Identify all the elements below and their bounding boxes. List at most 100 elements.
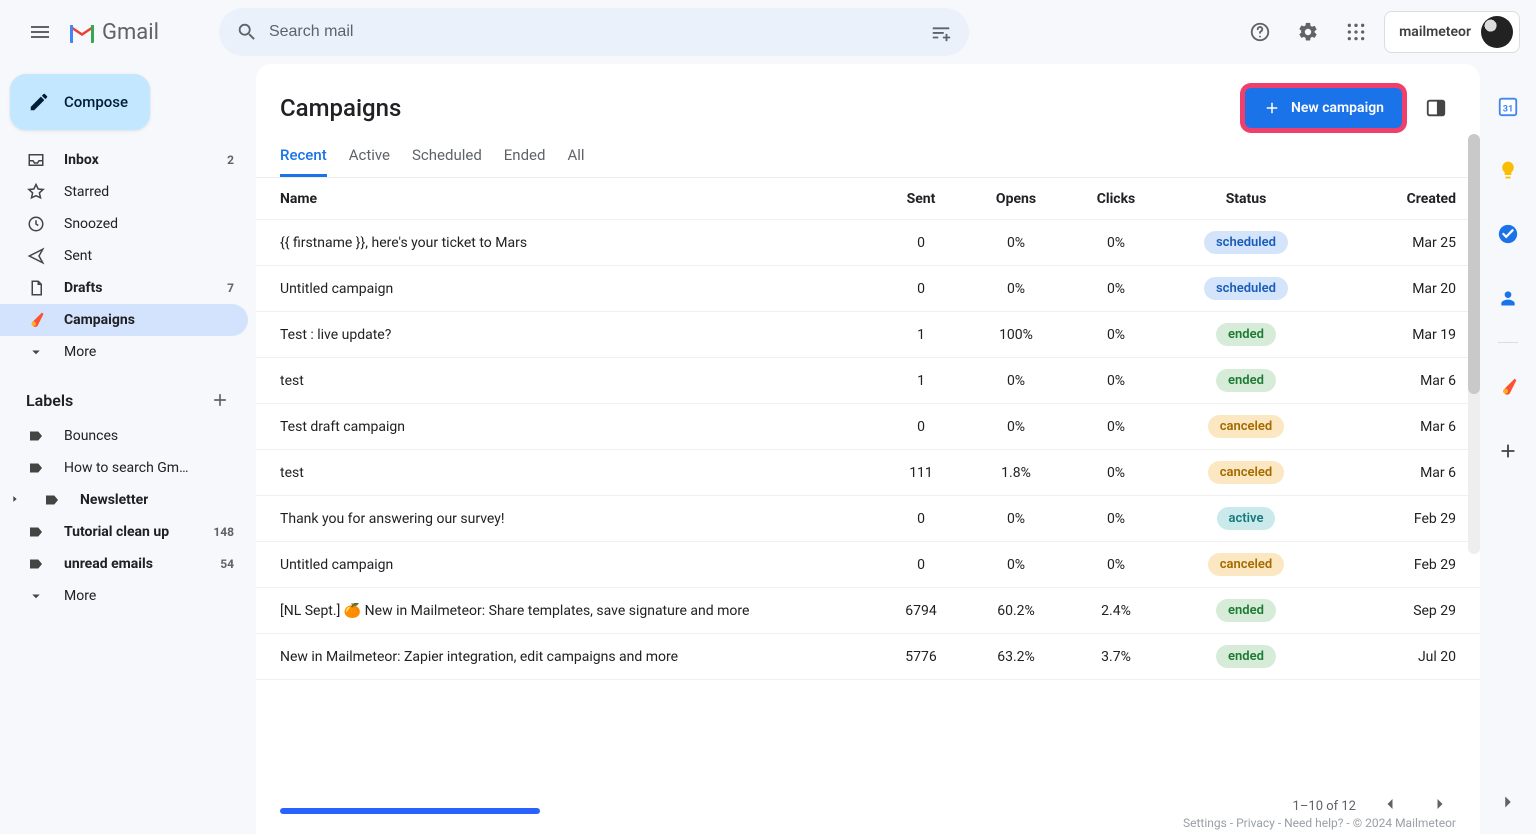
drafts-icon (26, 279, 46, 297)
label-icon (42, 491, 62, 509)
vertical-scrollbar[interactable] (1468, 134, 1480, 554)
sidebar-item-snoozed[interactable]: Snoozed (0, 208, 248, 240)
status-badge: ended (1216, 323, 1276, 346)
search-bar[interactable] (219, 8, 969, 56)
table-row[interactable]: Untitled campaign00%0%scheduledMar 20 (256, 266, 1480, 312)
cell-name: test (280, 465, 876, 481)
cell-created: Mar 6 (1326, 373, 1456, 389)
label-count: 54 (220, 557, 234, 571)
search-options-button[interactable] (921, 12, 961, 52)
calendar-icon: 31 (1497, 95, 1519, 117)
sidebar-item-starred[interactable]: Starred (0, 176, 248, 208)
labels-header: Labels (0, 368, 248, 420)
sidebar: Compose Inbox2StarredSnoozedSentDrafts7C… (0, 64, 256, 834)
cell-opens: 0% (966, 511, 1066, 527)
label-item[interactable]: How to search Gmail by ... (0, 452, 248, 484)
header-right-group: mailmeteor (1240, 11, 1528, 53)
cell-clicks: 0% (1066, 281, 1166, 297)
cell-clicks: 0% (1066, 511, 1166, 527)
table-row[interactable]: test1111.8%0%canceledMar 6 (256, 450, 1480, 496)
label-item[interactable]: Tutorial clean up148 (0, 516, 248, 548)
tab-ended[interactable]: Ended (504, 146, 546, 177)
side-panel-collapse-button[interactable] (1490, 784, 1526, 820)
table-row[interactable]: Untitled campaign00%0%canceledFeb 29 (256, 542, 1480, 588)
col-header-created: Created (1326, 191, 1456, 207)
calendar-app-button[interactable]: 31 (1488, 86, 1528, 126)
table-row[interactable]: New in Mailmeteor: Zapier integration, e… (256, 634, 1480, 680)
cell-opens: 0% (966, 419, 1066, 435)
chevron-left-icon (1380, 794, 1400, 814)
expand-icon[interactable] (10, 492, 24, 508)
cell-status: ended (1166, 369, 1326, 392)
label-item[interactable]: Bounces (0, 420, 248, 452)
add-label-button[interactable] (206, 386, 234, 414)
sidebar-item-count: 7 (227, 281, 234, 295)
compose-button[interactable]: Compose (10, 74, 150, 130)
tab-recent[interactable]: Recent (280, 146, 327, 177)
table-row[interactable]: {{ firstname }}, here's your ticket to M… (256, 220, 1480, 266)
support-button[interactable] (1240, 12, 1280, 52)
search-button[interactable] (227, 12, 267, 52)
sidebar-item-campaigns[interactable]: Campaigns (0, 304, 248, 336)
col-header-name: Name (280, 191, 876, 207)
sidebar-item-drafts[interactable]: Drafts7 (0, 272, 248, 304)
settings-button[interactable] (1288, 12, 1328, 52)
cell-clicks: 0% (1066, 419, 1166, 435)
cell-status: canceled (1166, 461, 1326, 484)
cell-opens: 0% (966, 557, 1066, 573)
tasks-app-button[interactable] (1488, 214, 1528, 254)
cell-opens: 0% (966, 373, 1066, 389)
page-title: Campaigns (280, 94, 401, 122)
plus-icon (1263, 99, 1281, 117)
labels-list: Bounces How to search Gmail by ...Newslet… (0, 420, 248, 612)
chevron-right-icon (1430, 794, 1450, 814)
cell-sent: 1 (876, 327, 966, 343)
google-apps-button[interactable] (1336, 12, 1376, 52)
main-menu-button[interactable] (16, 8, 64, 56)
contacts-app-button[interactable] (1488, 278, 1528, 318)
mailmeteor-app-button[interactable] (1488, 367, 1528, 407)
cell-sent: 5776 (876, 649, 966, 665)
sidebar-item-inbox[interactable]: Inbox2 (0, 144, 248, 176)
cell-name: New in Mailmeteor: Zapier integration, e… (280, 649, 876, 665)
cell-status: canceled (1166, 415, 1326, 438)
gmail-logo[interactable]: Gmail (68, 20, 159, 45)
account-switcher[interactable]: mailmeteor (1384, 11, 1520, 53)
tab-all[interactable]: All (567, 146, 584, 177)
status-badge: canceled (1208, 461, 1285, 484)
label-item[interactable]: unread emails54 (0, 548, 248, 580)
table-row[interactable]: Test : live update?1100%0%endedMar 19 (256, 312, 1480, 358)
new-campaign-button[interactable]: New campaign (1245, 88, 1402, 128)
starred-icon (26, 183, 46, 201)
keep-app-button[interactable] (1488, 150, 1528, 190)
account-label: mailmeteor (1399, 24, 1471, 40)
get-addons-button[interactable] (1488, 431, 1528, 471)
avatar (1481, 16, 1513, 48)
table-row[interactable]: Thank you for answering our survey!00%0%… (256, 496, 1480, 542)
tab-active[interactable]: Active (349, 146, 390, 177)
app-header: Gmail mailmeteor (0, 0, 1536, 64)
panel-head: Campaigns New campaign (256, 64, 1480, 128)
status-badge: canceled (1208, 553, 1285, 576)
table-row[interactable]: [NL Sept.] 🍊 New in Mailmeteor: Share te… (256, 588, 1480, 634)
label-item[interactable]: Newsletter (0, 484, 248, 516)
status-badge: scheduled (1204, 277, 1288, 300)
cell-clicks: 2.4% (1066, 603, 1166, 619)
chevron-right-icon (1497, 791, 1519, 813)
search-input[interactable] (267, 22, 921, 42)
table-row[interactable]: test10%0%endedMar 6 (256, 358, 1480, 404)
sidebar-item-sent[interactable]: Sent (0, 240, 248, 272)
cell-name: {{ firstname }}, here's your ticket to M… (280, 235, 876, 251)
tab-scheduled[interactable]: Scheduled (412, 146, 482, 177)
cell-sent: 0 (876, 235, 966, 251)
snoozed-icon (26, 215, 46, 233)
table-header-row: Name Sent Opens Clicks Status Created (256, 178, 1480, 220)
label-text: Bounces (64, 428, 118, 444)
cell-opens: 1.8% (966, 465, 1066, 481)
scrollbar-thumb[interactable] (1468, 134, 1480, 394)
layout-toggle-button[interactable] (1416, 88, 1456, 128)
table-row[interactable]: Test draft campaign00%0%canceledMar 6 (256, 404, 1480, 450)
sidebar-item-more[interactable]: More (0, 336, 248, 368)
progress-bar (280, 808, 540, 814)
label-item[interactable]: More (0, 580, 248, 612)
